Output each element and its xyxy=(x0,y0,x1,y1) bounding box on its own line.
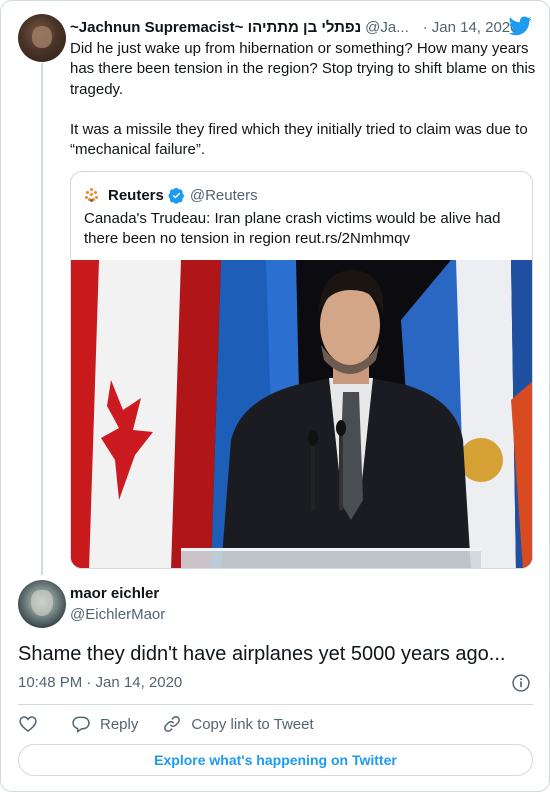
link-icon xyxy=(164,716,181,732)
main-tweet-text: Shame they didn't have airplanes yet 500… xyxy=(18,643,506,665)
quoted-tweet[interactable]: Reuters @Reuters Canada's Trudeau: Iran … xyxy=(70,171,533,569)
parent-date[interactable]: Jan 14, 2020 xyxy=(432,19,519,36)
quoted-display-name[interactable]: Reuters xyxy=(108,187,164,204)
verified-badge-icon xyxy=(168,187,184,204)
tweet-actions: Reply Copy link to Tweet xyxy=(18,713,314,735)
info-icon[interactable] xyxy=(511,673,531,693)
main-avatar[interactable] xyxy=(18,580,66,628)
avatar-image xyxy=(31,590,53,616)
thread-connector-line xyxy=(41,63,43,575)
quoted-tweet-header: Reuters @Reuters xyxy=(84,185,258,205)
main-handle[interactable]: @EichlerMaor xyxy=(70,606,165,623)
divider xyxy=(18,704,533,705)
like-button[interactable] xyxy=(18,714,38,734)
parent-tweet-text: Did he just wake up from hibernation or … xyxy=(70,39,540,180)
reply-button[interactable]: Reply xyxy=(71,714,138,734)
copy-link-button[interactable]: Copy link to Tweet xyxy=(162,714,314,734)
quoted-tweet-photo[interactable] xyxy=(71,260,533,569)
header-separator: · xyxy=(422,18,428,36)
avatar-image xyxy=(32,26,52,48)
quoted-tweet-text: Canada's Trudeau: Iran plane crash victi… xyxy=(84,210,501,248)
parent-handle[interactable]: @Ja... xyxy=(365,19,409,36)
main-display-name[interactable]: maor eichler xyxy=(70,585,159,602)
reply-bubble-icon xyxy=(72,716,90,733)
tweet-timestamp[interactable]: 10:48 PM · Jan 14, 2020 xyxy=(18,674,182,691)
quoted-handle[interactable]: @Reuters xyxy=(190,187,258,204)
tweet-embed-card: ~Jachnun Supremacist~ נפתלי בן מתתיהו @J… xyxy=(0,0,550,792)
reuters-logo-icon xyxy=(84,187,100,203)
explore-twitter-button[interactable]: Explore what's happening on Twitter xyxy=(18,744,533,776)
heart-icon xyxy=(19,716,37,733)
reply-label: Reply xyxy=(100,715,139,733)
parent-display-name[interactable]: ~Jachnun Supremacist~ נפתלי בן מתתיהו xyxy=(70,19,361,36)
parent-paragraph-2: It was a missile they fired which they i… xyxy=(70,120,528,159)
copy-link-label: Copy link to Tweet xyxy=(191,715,314,733)
twitter-bird-icon[interactable] xyxy=(509,16,532,36)
parent-avatar[interactable] xyxy=(18,14,66,62)
parent-tweet-header: ~Jachnun Supremacist~ נפתלי בן מתתיהו @J… xyxy=(70,16,540,38)
parent-paragraph-1: Did he just wake up from hibernation or … xyxy=(70,40,536,98)
